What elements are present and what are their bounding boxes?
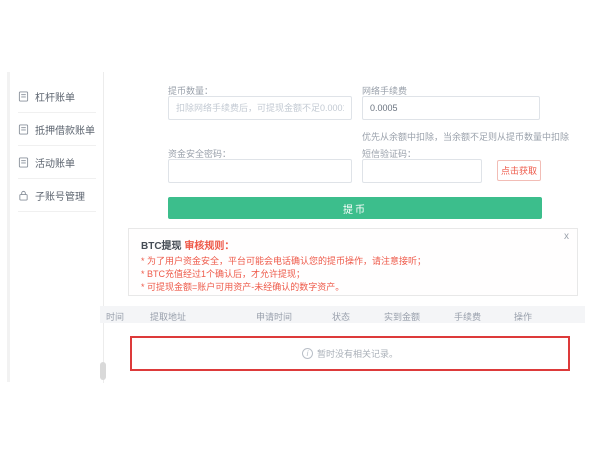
bill-icon <box>18 124 29 135</box>
network-fee-input[interactable] <box>362 96 540 120</box>
fee-deduction-hint: 优先从余额中扣除，当余额不足则从提币数量中扣除 <box>362 130 569 143</box>
subaccount-lock-icon <box>18 190 29 201</box>
notice-rule: * 可提现金额=账户可用资产-未经确认的数字资产。 <box>141 280 344 293</box>
close-icon[interactable]: x <box>564 232 569 242</box>
sidebar-item-label: 抵押借款账单 <box>35 122 95 137</box>
notice-title: BTC提现 审核规则： <box>141 237 234 252</box>
sidebar-item-label: 杠杆账单 <box>35 89 75 104</box>
sidebar: 杠杆账单 抵押借款账单 活动账单 子账号管理 <box>18 80 96 212</box>
notice-title-highlight: 审核规则： <box>184 241 234 252</box>
column-header-apply-time: 申请时间 <box>256 310 292 323</box>
column-header-received-amount: 实到金额 <box>384 310 420 323</box>
records-table-header: 时间 提取地址 申请时间 状态 实到金额 手续费 操作 <box>100 306 585 323</box>
sidebar-item-label: 子账号管理 <box>35 188 85 203</box>
empty-records-text: 暂时没有相关记录。 <box>317 347 398 360</box>
sidebar-item-label: 活动账单 <box>35 155 75 170</box>
column-header-status: 状态 <box>332 310 350 323</box>
notice-title-prefix: BTC提现 <box>141 241 182 252</box>
sidebar-item-subaccount-management[interactable]: 子账号管理 <box>18 179 96 212</box>
withdraw-rules-notice: x BTC提现 审核规则： * 为了用户资金安全，平台可能会电话确认您的提币操作… <box>128 228 578 296</box>
column-header-time: 时间 <box>106 310 124 323</box>
left-edge-strip <box>7 72 10 382</box>
empty-records-annotation-box: i 暂时没有相关记录。 <box>130 336 570 371</box>
amount-input[interactable] <box>168 96 352 120</box>
column-header-fee: 手续费 <box>454 310 481 323</box>
bill-icon <box>18 157 29 168</box>
scrollbar-thumb[interactable] <box>100 362 106 380</box>
notice-rule: * BTC充值经过1个确认后，才允许提现； <box>141 267 305 280</box>
get-sms-code-button[interactable]: 点击获取 <box>497 160 541 181</box>
column-header-address: 提取地址 <box>150 310 186 323</box>
security-password-input[interactable] <box>168 159 352 183</box>
withdraw-submit-button[interactable]: 提币 <box>168 197 542 219</box>
sidebar-content-divider <box>103 72 104 383</box>
column-header-action: 操作 <box>514 310 532 323</box>
sidebar-item-activity-bill[interactable]: 活动账单 <box>18 146 96 179</box>
bill-icon <box>18 91 29 102</box>
info-icon: i <box>302 348 313 359</box>
sidebar-item-margin-bill[interactable]: 杠杆账单 <box>18 80 96 113</box>
sms-code-input[interactable] <box>362 159 482 183</box>
sidebar-item-collateral-loan-bill[interactable]: 抵押借款账单 <box>18 113 96 146</box>
notice-rule: * 为了用户资金安全，平台可能会电话确认您的提币操作，请注意接听； <box>141 254 426 267</box>
btc-withdraw-page: 杠杆账单 抵押借款账单 活动账单 子账号管理 提币数量： 网络手续费 优先从余额… <box>0 0 600 460</box>
